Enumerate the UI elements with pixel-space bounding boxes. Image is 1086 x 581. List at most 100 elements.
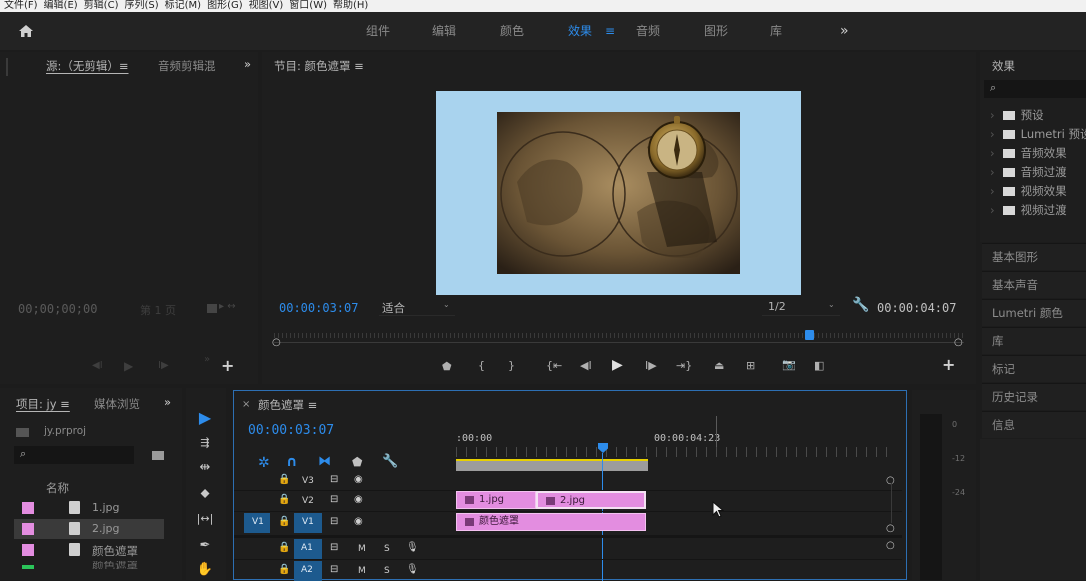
track-target-a1[interactable]: A1	[294, 539, 322, 559]
clip-2-jpg[interactable]: 2.jpg	[536, 491, 646, 509]
tree-presets[interactable]: › 预设	[990, 107, 1044, 123]
clip-1-jpg[interactable]: 1.jpg	[456, 491, 536, 509]
linked-selection-icon[interactable]: ⧓	[318, 454, 331, 469]
track-select-tool-icon[interactable]: ⇶	[190, 436, 220, 449]
workspace-color[interactable]: 颜色	[500, 12, 524, 50]
tree-video-effects[interactable]: › 视频效果	[990, 183, 1067, 199]
menu-window[interactable]: 窗口(W)	[289, 0, 327, 11]
program-playhead[interactable]	[804, 330, 814, 340]
step-forward-icon[interactable]: I▶	[645, 359, 657, 372]
source-step-back-icon[interactable]: ◀I	[92, 360, 103, 371]
mute-button[interactable]: M	[358, 544, 366, 554]
project-item[interactable]: 颜色遮罩	[14, 540, 164, 560]
sync-lock-icon[interactable]: ⊟	[330, 494, 338, 505]
step-back-icon[interactable]: ◀I	[580, 359, 592, 372]
workspace-editing[interactable]: 编辑	[432, 12, 456, 50]
project-tab[interactable]: 项目: jy ≡	[16, 396, 70, 412]
video-scroll-handle-icon[interactable]: ○	[886, 523, 895, 534]
go-to-out-icon[interactable]: ⇥}	[676, 359, 692, 372]
audio-clip-mixer-tab[interactable]: 音频剪辑混	[158, 58, 216, 74]
label-color-swatch[interactable]	[22, 523, 34, 535]
menu-help[interactable]: 帮助(H)	[333, 0, 368, 11]
eye-icon[interactable]: ◉	[354, 494, 363, 505]
project-search-input[interactable]: ⌕	[14, 446, 134, 464]
source-timecode[interactable]: 00;00;00;00	[18, 302, 97, 316]
panel-lumetri-color[interactable]: Lumetri 颜色	[982, 299, 1086, 326]
panel-essential-graphics[interactable]: 基本图形	[982, 243, 1086, 270]
media-browser-tab[interactable]: 媒体浏览	[94, 396, 140, 412]
source-play-icon[interactable]: ▶	[124, 359, 133, 373]
menu-graphics[interactable]: 图形(G)	[207, 0, 243, 11]
workspace-libraries[interactable]: 库	[770, 12, 782, 50]
mute-button[interactable]: M	[358, 566, 366, 576]
wrench-icon[interactable]: 🔧	[852, 297, 869, 313]
workspace-assembly[interactable]: 组件	[366, 12, 390, 50]
timeline-settings-wrench-icon[interactable]: 🔧	[382, 454, 398, 469]
hand-tool-icon[interactable]: ✋	[190, 562, 220, 577]
compare-view-icon[interactable]: ◧	[814, 359, 824, 372]
track-target-a2[interactable]: A2	[294, 561, 322, 581]
sync-lock-icon[interactable]: ⊟	[330, 516, 338, 527]
panel-essential-sound[interactable]: 基本声音	[982, 271, 1086, 298]
go-to-in-icon[interactable]: {⇤	[546, 359, 562, 372]
clip-color-matte[interactable]: 颜色遮罩	[456, 513, 646, 531]
lock-icon[interactable]: 🔒	[278, 494, 290, 505]
lock-icon[interactable]: 🔒	[278, 564, 290, 575]
menu-edit[interactable]: 编辑(E)	[44, 0, 78, 11]
menu-view[interactable]: 视图(V)	[249, 0, 284, 11]
tree-audio-transitions[interactable]: › 音频过渡	[990, 164, 1067, 180]
source-patch-v1[interactable]: V1	[244, 513, 270, 533]
label-color-swatch[interactable]	[22, 544, 34, 556]
tree-video-transitions[interactable]: › 视频过渡	[990, 202, 1067, 218]
zoom-handle-right-icon[interactable]: ○	[954, 337, 963, 348]
tree-audio-effects[interactable]: › 音频效果	[990, 145, 1067, 161]
workspace-effects[interactable]: 效果	[568, 12, 592, 50]
effects-title[interactable]: 效果	[992, 58, 1015, 74]
resolution-dropdown[interactable]: 1/2 ⌄	[762, 298, 840, 316]
source-more-button[interactable]: »	[244, 57, 251, 71]
slip-tool-icon[interactable]: |↔|	[190, 512, 220, 525]
menu-marker[interactable]: 标记(M)	[165, 0, 201, 11]
fit-dropdown[interactable]: 适合 ⌄	[379, 298, 455, 316]
play-icon[interactable]: ▶	[612, 357, 623, 373]
workspace-audio[interactable]: 音频	[636, 12, 660, 50]
lock-icon[interactable]: 🔒	[278, 516, 290, 527]
panel-libraries[interactable]: 库	[982, 327, 1086, 354]
project-more-button[interactable]: »	[164, 395, 171, 409]
microphone-icon[interactable]: 🎙	[406, 564, 419, 575]
sequence-timecode[interactable]: 00:00:03:07	[248, 423, 334, 438]
workspace-menu-icon[interactable]: ≡	[605, 12, 615, 50]
solo-button[interactable]: S	[384, 544, 390, 554]
razor-tool-icon[interactable]: ⬥	[190, 486, 220, 501]
new-bin-icon[interactable]	[152, 451, 164, 460]
sequence-tab[interactable]: 颜色遮罩 ≡	[258, 397, 317, 413]
solo-button[interactable]: S	[384, 566, 390, 576]
mark-out-icon[interactable]: }	[508, 359, 515, 372]
ripple-edit-tool-icon[interactable]: ⇹	[190, 460, 220, 475]
lock-icon[interactable]: 🔒	[278, 542, 290, 553]
panel-history[interactable]: 历史记录	[982, 383, 1086, 410]
source-step-forward-icon[interactable]: I▶	[158, 360, 169, 371]
panel-markers[interactable]: 标记	[982, 355, 1086, 382]
zoom-handle-left-icon[interactable]: ○	[272, 337, 281, 348]
workspace-graphics[interactable]: 图形	[704, 12, 728, 50]
microphone-icon[interactable]: 🎙	[406, 542, 419, 553]
menu-clip[interactable]: 剪辑(C)	[84, 0, 119, 11]
track-target-v1[interactable]: V1	[294, 513, 322, 533]
add-marker-icon[interactable]: ⬟	[442, 360, 452, 373]
program-playhead-timecode[interactable]: 00:00:03:07	[279, 301, 358, 315]
eye-icon[interactable]: ◉	[354, 474, 363, 485]
source-tab[interactable]: 源:（无剪辑）≡	[46, 58, 129, 74]
menu-sequence[interactable]: 序列(S)	[124, 0, 158, 11]
project-item[interactable]: 颜色遮罩	[14, 561, 164, 569]
label-color-swatch[interactable]	[22, 502, 34, 514]
label-color-swatch[interactable]	[22, 565, 34, 569]
audio-scroll-handle-icon[interactable]: ○	[886, 540, 895, 551]
name-column-header[interactable]: 名称	[46, 480, 69, 496]
add-marker-icon[interactable]: ⬟	[352, 455, 362, 469]
sync-lock-icon[interactable]: ⊟	[330, 474, 338, 485]
project-item[interactable]: 1.jpg	[14, 498, 164, 518]
effects-search-input[interactable]: ⌕	[984, 80, 1086, 98]
snap-magnet-icon[interactable]: ∩	[286, 454, 297, 470]
home-icon[interactable]	[18, 24, 34, 38]
